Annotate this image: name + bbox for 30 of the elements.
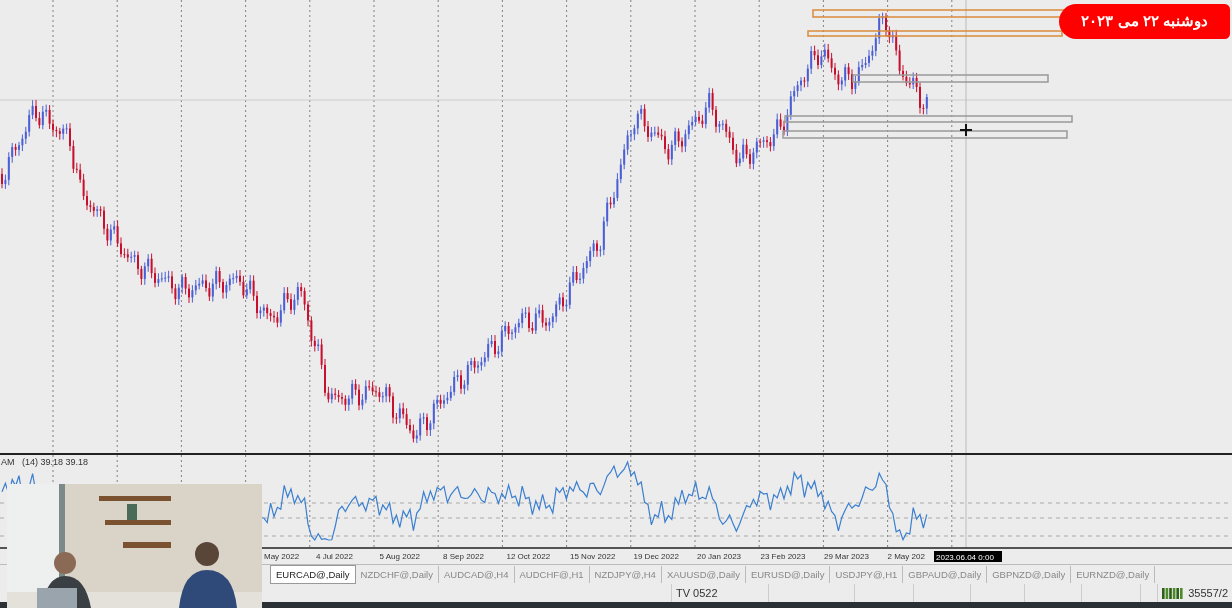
chart-tab[interactable]: EURNZD@,Daily — [1071, 566, 1156, 583]
chart-tab[interactable]: AUDCAD@,H4 — [438, 566, 515, 583]
indicator-values: (14) 39.18 39.18 — [22, 457, 89, 467]
axis-label: 19 Dec 2022 — [633, 552, 679, 561]
axis-label: May 2022 — [264, 552, 300, 561]
axis-label: 12 Oct 2022 — [506, 552, 551, 561]
axis-label: 20 Jan 2023 — [697, 552, 742, 561]
chart-tab[interactable]: XAUUSD@,Daily — [661, 566, 746, 583]
axis-label: 5 Aug 2022 — [379, 552, 420, 561]
indicator-name: AM — [1, 457, 15, 467]
cursor-time-label: 2023.06.04 0:00 — [934, 551, 1002, 562]
chart-tab[interactable]: EURUSD@,Daily — [745, 566, 831, 583]
chart-tab[interactable]: USDJPY@,H1 — [830, 566, 904, 583]
axis-label: 4 Jul 2022 — [316, 552, 353, 561]
axis-label: 8 Sep 2022 — [443, 552, 484, 561]
profile-name: TV 0522 — [676, 587, 718, 599]
traffic-counter: 35557/2 — [1188, 585, 1228, 601]
axis-label: 23 Feb 2023 — [760, 552, 806, 561]
axis-label: 29 Mar 2023 — [824, 552, 869, 561]
date-badge: دوشنبه ۲۲ می ۲۰۲۳ — [1059, 4, 1230, 39]
chart-tab[interactable]: NZDJPY@,H4 — [589, 566, 662, 583]
chart-tab[interactable]: AUDCHF@,H1 — [514, 566, 590, 583]
connection-icon — [1162, 587, 1185, 599]
chart-tab[interactable]: GBPAUD@,Daily — [903, 566, 988, 583]
axis-label: 2 May 202 — [887, 552, 925, 561]
chart-tab[interactable]: EURCAD@,Daily — [270, 565, 356, 584]
axis-label: 15 Nov 2022 — [570, 552, 616, 561]
chart-tab[interactable]: GBPNZD@,Daily — [987, 566, 1072, 583]
chart-tab[interactable]: NZDCHF@,Daily — [355, 566, 439, 583]
crosshair-icon — [959, 123, 973, 137]
